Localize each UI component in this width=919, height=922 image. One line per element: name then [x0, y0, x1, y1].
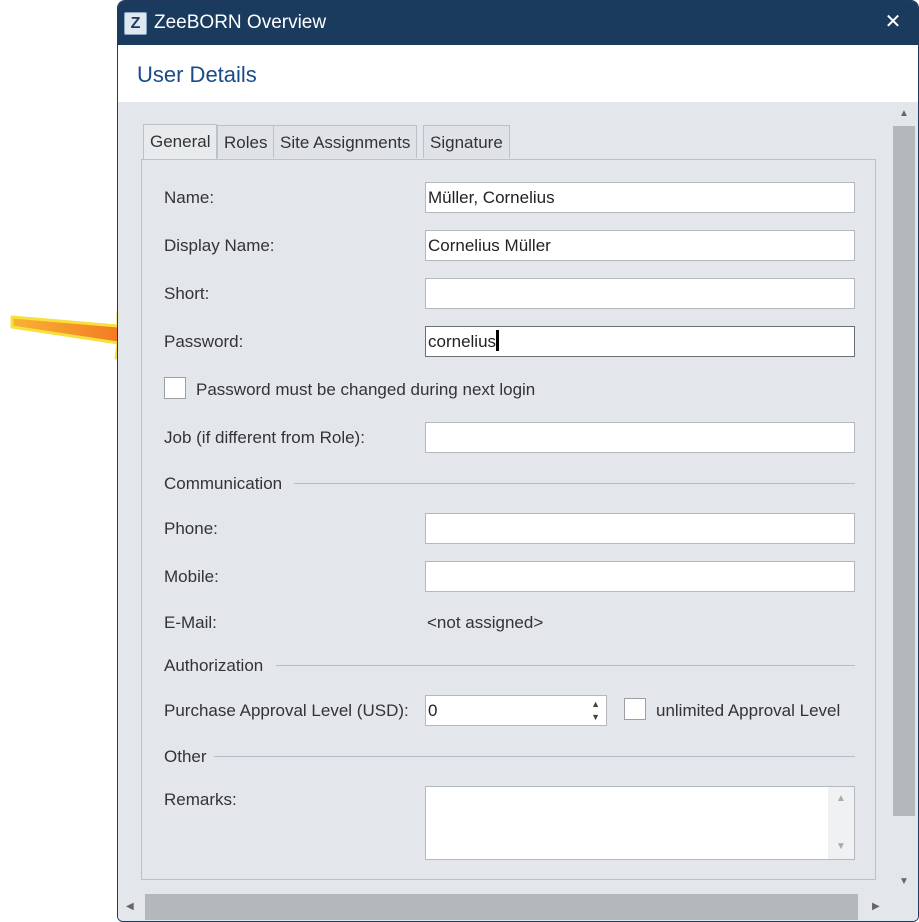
horizontal-scroll-thumb[interactable]: [145, 894, 858, 920]
approval-value: 0: [428, 701, 438, 720]
tab-roles[interactable]: Roles: [217, 125, 275, 158]
title-bar: Z ZeeBORN Overview ✕: [118, 1, 918, 45]
remarks-label: Remarks:: [164, 790, 237, 809]
close-button[interactable]: ✕: [880, 9, 906, 35]
zeeborn-logo-icon: Z: [124, 12, 147, 35]
authorization-divider: [276, 665, 855, 666]
phone-field[interactable]: [425, 513, 855, 544]
scroll-down-icon[interactable]: ▼: [899, 876, 909, 887]
approval-label: Purchase Approval Level (USD):: [164, 701, 409, 720]
tab-general[interactable]: General: [143, 124, 218, 159]
remarks-textarea[interactable]: [425, 786, 855, 860]
email-label: E-Mail:: [164, 613, 217, 632]
unlimited-approval-label: unlimited Approval Level: [656, 701, 841, 720]
communication-group-label: Communication: [164, 474, 283, 493]
user-details-window: Z ZeeBORN Overview ✕ User Details Genera…: [117, 0, 919, 922]
name-label: Name:: [164, 188, 215, 207]
password-field[interactable]: cornelius: [425, 326, 855, 357]
short-field[interactable]: [425, 278, 855, 309]
name-field[interactable]: Müller, Cornelius: [425, 182, 855, 213]
unlimited-approval-checkbox[interactable]: [624, 698, 646, 720]
mobile-label: Mobile:: [164, 567, 219, 586]
display-name-field[interactable]: Cornelius Müller: [425, 230, 855, 261]
phone-label: Phone:: [164, 519, 218, 538]
tab-site-assignments[interactable]: Site Assignments: [273, 125, 418, 158]
password-value: cornelius: [428, 332, 497, 351]
display-name-label: Display Name:: [164, 236, 275, 255]
page-title: User Details: [137, 62, 257, 87]
tab-signature[interactable]: Signature: [423, 125, 510, 158]
short-label: Short:: [164, 284, 210, 303]
email-value: <not assigned>: [427, 613, 544, 632]
vertical-scrollbar[interactable]: ▲ ▼: [890, 102, 918, 894]
other-group-label: Other: [164, 747, 207, 766]
general-tab-panel: Name: Müller, Cornelius Display Name: Co…: [141, 159, 876, 880]
communication-divider: [294, 483, 855, 484]
approval-stepper[interactable]: 0 ▲ ▼: [425, 695, 607, 726]
text-caret: [496, 330, 500, 351]
remarks-scrollbar[interactable]: ▲ ▼: [828, 787, 854, 859]
mobile-field[interactable]: [425, 561, 855, 592]
content-area: General Roles Site Assignments Signature…: [118, 102, 918, 921]
job-label: Job (if different from Role):: [164, 428, 365, 447]
authorization-group-label: Authorization: [164, 656, 264, 675]
header-area: User Details: [118, 45, 918, 102]
password-label: Password:: [164, 332, 244, 351]
scroll-right-icon[interactable]: ▶: [872, 901, 880, 912]
vertical-scroll-thumb[interactable]: [893, 126, 915, 816]
spin-up-icon[interactable]: ▲: [591, 700, 600, 709]
scrollbar-corner: [890, 894, 918, 920]
job-field[interactable]: [425, 422, 855, 453]
password-change-checkbox[interactable]: [164, 377, 186, 399]
password-change-label: Password must be changed during next log…: [196, 380, 536, 399]
horizontal-scrollbar[interactable]: ◀ ▶: [118, 894, 890, 920]
window-title: ZeeBORN Overview: [154, 12, 327, 33]
spin-down-icon[interactable]: ▼: [591, 713, 600, 722]
remarks-scroll-up-icon[interactable]: ▲: [836, 793, 846, 804]
remarks-scroll-down-icon[interactable]: ▼: [836, 841, 846, 852]
scroll-up-icon[interactable]: ▲: [899, 108, 909, 119]
scroll-left-icon[interactable]: ◀: [126, 901, 134, 912]
other-divider: [214, 756, 855, 757]
